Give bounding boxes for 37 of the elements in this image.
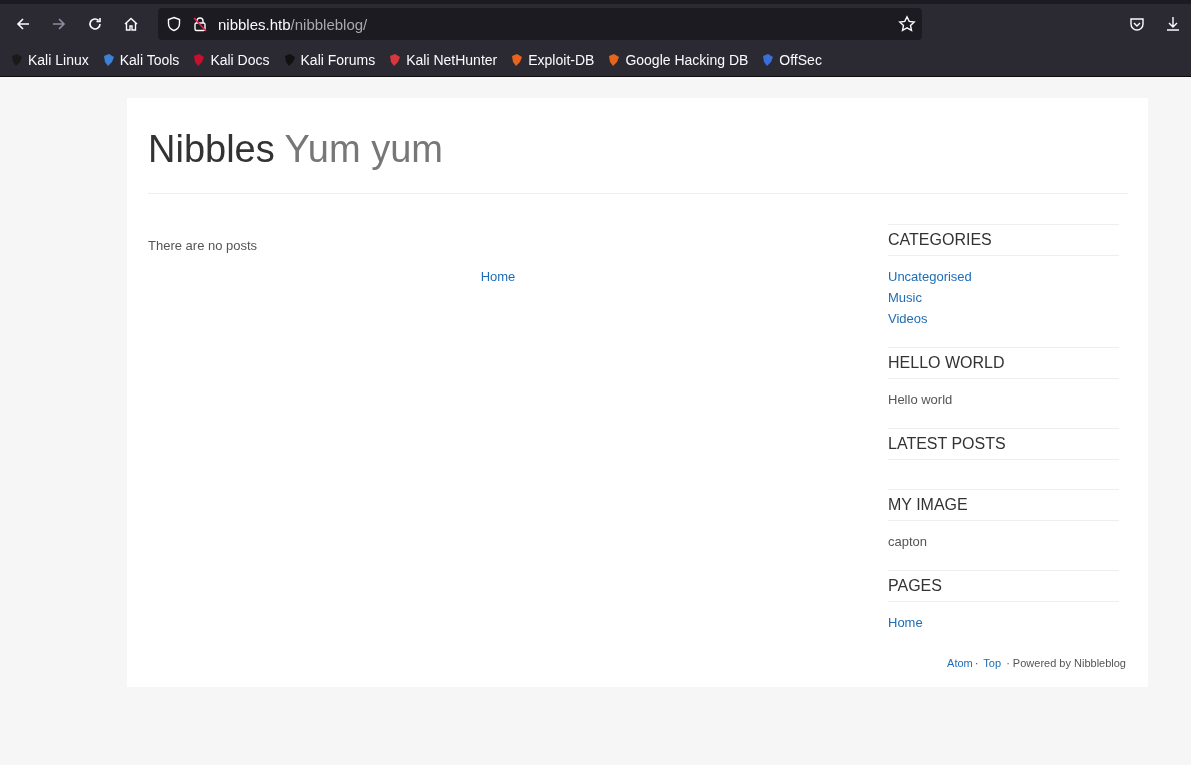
widget-title: LATEST POSTS (888, 429, 1119, 460)
bookmark-link[interactable]: Kali Forums (282, 52, 376, 68)
address-bar[interactable]: nibbles.htb/nibbleblog/ (158, 8, 922, 40)
sidebar-link[interactable]: Uncategorised (888, 269, 1119, 284)
footer-link[interactable]: Top (983, 657, 1002, 669)
home-icon (123, 16, 139, 32)
bookmark-link[interactable]: Exploit-DB (510, 52, 595, 68)
sidebar-link[interactable]: Music (888, 290, 1119, 305)
url-text: nibbles.htb/nibbleblog/ (218, 15, 369, 33)
bookmark-link[interactable]: Kali Linux (10, 52, 89, 68)
footer-separator: · (974, 657, 979, 669)
widget-title: CATEGORIES (888, 225, 1119, 256)
sidebar-link[interactable]: Home (888, 615, 1119, 630)
sidebar-link[interactable]: Videos (888, 311, 1119, 326)
bookmark-star-icon[interactable] (898, 15, 916, 33)
widget-title: HELLO WORLD (888, 348, 1119, 379)
bookmark-link[interactable]: Kali NetHunter (388, 52, 498, 68)
back-arrow-icon (15, 16, 31, 32)
widget-text: Hello world (888, 392, 954, 407)
bookmark-link[interactable]: Google Hacking DB (607, 52, 749, 68)
widget-title: MY IMAGE (888, 490, 1119, 521)
footer-credit: · Powered by Nibbleblog (1006, 657, 1126, 669)
bookmark-link[interactable]: Kali Tools (101, 52, 180, 68)
widget-title: PAGES (888, 571, 1119, 602)
no-posts-message: There are no posts (148, 238, 259, 253)
home-link[interactable]: Home (480, 269, 516, 284)
bookmark-link[interactable]: OffSec (761, 52, 822, 68)
forward-arrow-icon (51, 16, 67, 32)
footer-link[interactable]: Atom (947, 657, 973, 669)
widget-text: capton (888, 534, 929, 549)
reload-icon (87, 16, 103, 32)
bookmark-link[interactable]: Kali Docs (192, 52, 270, 68)
blog-title: Nibbles Yum yum (148, 128, 1128, 194)
download-icon[interactable] (1165, 16, 1181, 32)
pocket-icon[interactable] (1129, 16, 1145, 32)
shield-icon (166, 16, 182, 32)
insecure-lock-icon (192, 16, 208, 32)
